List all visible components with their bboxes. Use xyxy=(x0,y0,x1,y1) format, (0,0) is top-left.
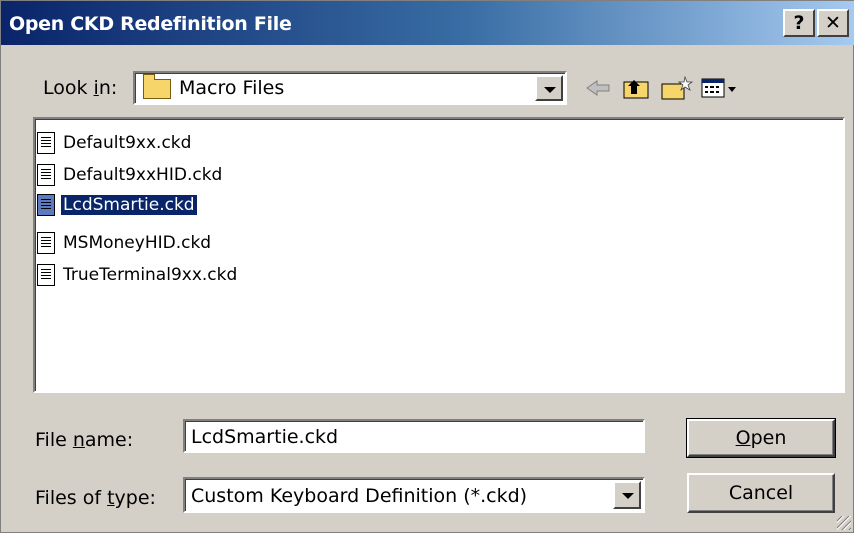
file-list[interactable]: Default9xx.ckd Default9xxHID.ckd LcdSmar… xyxy=(33,117,845,393)
look-in-dropdown-arrow[interactable] xyxy=(535,75,563,101)
document-icon xyxy=(37,132,55,154)
document-icon xyxy=(37,232,55,254)
list-item[interactable]: Default9xx.ckd xyxy=(37,131,193,155)
file-name-label: File name: xyxy=(35,429,134,451)
back-icon[interactable] xyxy=(583,75,613,101)
list-item[interactable]: Default9xxHID.ckd xyxy=(37,163,224,187)
file-name-label: Default9xx.ckd xyxy=(63,133,192,153)
file-type-dropdown[interactable]: Custom Keyboard Definition (*.ckd) xyxy=(183,477,645,513)
new-folder-icon[interactable] xyxy=(659,75,694,101)
list-item[interactable]: TrueTerminal9xx.ckd xyxy=(37,263,239,287)
list-item[interactable]: MSMoneyHID.ckd xyxy=(37,231,213,255)
look-in-value: Macro Files xyxy=(179,77,285,99)
cancel-button[interactable]: Cancel xyxy=(687,473,835,513)
folder-icon xyxy=(143,74,171,99)
file-type-dropdown-arrow[interactable] xyxy=(613,481,641,509)
look-in-dropdown[interactable]: Macro Files xyxy=(133,71,567,105)
file-name-input[interactable]: LcdSmartie.ckd xyxy=(183,419,645,453)
document-icon xyxy=(37,194,55,216)
open-file-dialog: Open CKD Redefinition File ? ✕ Look in: … xyxy=(0,0,854,533)
up-folder-icon[interactable] xyxy=(621,75,651,101)
file-name-label: LcdSmartie.ckd xyxy=(60,194,198,216)
list-item-selected[interactable]: LcdSmartie.ckd xyxy=(37,193,198,217)
file-name-value: LcdSmartie.ckd xyxy=(191,426,339,448)
title-bar[interactable]: Open CKD Redefinition File ? ✕ xyxy=(1,1,854,45)
help-button[interactable]: ? xyxy=(783,9,815,37)
file-name-label: Default9xxHID.ckd xyxy=(63,165,223,185)
resize-grip[interactable] xyxy=(837,516,851,530)
document-icon xyxy=(37,264,55,286)
close-button[interactable]: ✕ xyxy=(817,9,849,37)
open-button[interactable]: Open xyxy=(686,418,836,458)
file-name-label: TrueTerminal9xx.ckd xyxy=(63,265,238,285)
file-type-label: Files of type: xyxy=(35,487,156,509)
dialog-title: Open CKD Redefinition File xyxy=(9,13,292,35)
file-type-value: Custom Keyboard Definition (*.ckd) xyxy=(191,485,528,507)
file-name-label: MSMoneyHID.ckd xyxy=(63,233,212,253)
look-in-label: Look in: xyxy=(43,77,118,99)
document-icon xyxy=(37,164,55,186)
views-menu-icon[interactable] xyxy=(699,75,739,101)
